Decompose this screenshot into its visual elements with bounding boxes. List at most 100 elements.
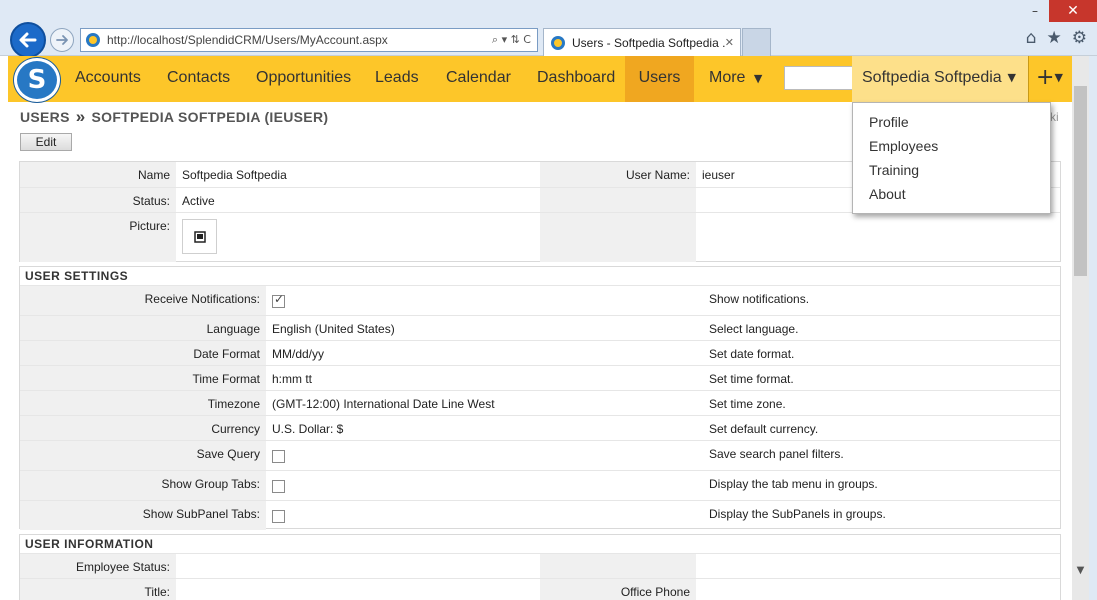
settings-row: Save Query Save search panel filters. [20, 440, 1060, 470]
setting-checkbox-cell[interactable] [266, 471, 703, 500]
settings-row: Timezone (GMT-12:00) International Date L… [20, 390, 1060, 415]
splendidcrm-logo[interactable]: S [14, 58, 60, 102]
setting-checkbox-cell[interactable] [266, 286, 703, 315]
settings-row: Show SubPanel Tabs: Display the SubPanels… [20, 500, 1060, 530]
info-row-employee-status: Employee Status: [20, 553, 1060, 578]
settings-row: Date Format MM/dd/yy Set date format. [20, 340, 1060, 365]
scroll-down-icon[interactable]: ▼ [1072, 562, 1089, 579]
setting-value: MM/dd/yy [272, 347, 325, 361]
breadcrumb: USERS » SOFTPEDIA SOFTPEDIA (IEUSER) [20, 107, 328, 127]
office-phone-label: Office Phone [540, 579, 696, 600]
setting-label: Receive Notifications: [20, 286, 266, 315]
user-dropdown-menu: Profile Employees Training About [852, 102, 1051, 214]
address-controls[interactable]: ⌕ ▾ ⇅ C [492, 33, 531, 47]
setting-help-text: Set default currency. [709, 422, 819, 436]
nav-calendar[interactable]: Calendar [431, 56, 526, 102]
url-text[interactable]: http://localhost/SplendidCRM/Users/MyAcc… [107, 33, 492, 47]
chevron-down-icon: ▼ [1054, 71, 1063, 84]
nav-leads[interactable]: Leads [360, 56, 434, 102]
edit-button[interactable]: Edit [20, 133, 72, 151]
nav-dashboard[interactable]: Dashboard [522, 56, 630, 102]
setting-value: U.S. Dollar: $ [272, 422, 344, 436]
user-settings-panel: USER SETTINGS Receive Notifications: Show… [19, 266, 1061, 530]
tab-favicon-icon [551, 35, 565, 50]
site-favicon-icon [86, 33, 100, 47]
menu-item-about[interactable]: About [853, 183, 1050, 207]
menu-item-training[interactable]: Training [853, 159, 1050, 183]
back-arrow-icon [19, 32, 37, 48]
setting-help-text: Show notifications. [709, 292, 810, 306]
plus-icon: + [1036, 65, 1055, 90]
user-menu-button[interactable]: Softpedia Softpedia ▼ [852, 56, 1029, 102]
user-menu-label: Softpedia Softpedia [862, 69, 1002, 86]
settings-row: Time Format h:mm tt Set time format. [20, 365, 1060, 390]
nav-users[interactable]: Users [625, 56, 694, 102]
nav-contacts[interactable]: Contacts [152, 56, 245, 102]
info-row-title: Title: Office Phone [20, 578, 1060, 600]
address-bar[interactable]: http://localhost/SplendidCRM/Users/MyAcc… [80, 28, 538, 52]
scrollbar-thumb[interactable] [1074, 86, 1087, 276]
window-controls: – ✕ [1021, 0, 1097, 22]
details-row-picture: Picture: [20, 212, 1060, 262]
setting-value: (GMT-12:00) International Date Line West [272, 397, 495, 411]
empty-cell [540, 188, 696, 212]
setting-help-text: Display the tab menu in groups. [709, 477, 878, 491]
status-label: Status: [20, 188, 176, 212]
tab-close-icon[interactable]: ✕ [725, 36, 734, 49]
tools-gear-icon[interactable]: ⚙ [1072, 28, 1087, 48]
new-tab-button[interactable] [742, 28, 771, 56]
browser-toolbar-icons: ⌂ ★ ⚙ [1026, 28, 1087, 48]
picture-placeholder[interactable] [182, 219, 217, 254]
nav-search-input[interactable] [784, 66, 854, 90]
favorites-icon[interactable]: ★ [1047, 28, 1062, 48]
setting-checkbox-cell[interactable] [266, 441, 703, 470]
home-icon[interactable]: ⌂ [1026, 28, 1037, 48]
picture-label: Picture: [20, 213, 176, 262]
checked-checkbox[interactable] [272, 292, 285, 308]
breadcrumb-current: SOFTPEDIA SOFTPEDIA (IEUSER) [91, 109, 329, 125]
unchecked-checkbox[interactable] [272, 510, 285, 523]
settings-row: Receive Notifications: Show notifications… [20, 285, 1060, 315]
nav-opportunities[interactable]: Opportunities [241, 56, 366, 102]
unchecked-checkbox[interactable] [272, 450, 285, 463]
nav-more[interactable]: More ▼ [694, 56, 777, 102]
menu-item-employees[interactable]: Employees [853, 135, 1050, 159]
setting-help-text: Set time format. [709, 372, 794, 386]
empty-cell [540, 213, 696, 262]
settings-row: Language English (United States) Select la… [20, 315, 1060, 340]
browser-tab-active[interactable]: Users - Softpedia Softpedia ... ✕ [543, 28, 741, 56]
minimize-button[interactable]: – [1021, 0, 1049, 22]
back-button[interactable] [10, 22, 46, 58]
forward-arrow-icon [56, 35, 68, 45]
forward-button[interactable] [50, 28, 74, 52]
vertical-scrollbar[interactable]: ▼ [1072, 56, 1089, 600]
setting-value: English (United States) [272, 322, 395, 336]
empty-cell [540, 554, 696, 578]
setting-value: h:mm tt [272, 372, 313, 386]
setting-label: Date Format [20, 341, 266, 365]
setting-help-text: Set time zone. [709, 397, 786, 411]
setting-label: Time Format [20, 366, 266, 390]
user-information-header: USER INFORMATION [25, 537, 154, 551]
setting-help-text: Save search panel filters. [709, 447, 844, 461]
nav-more-label: More [709, 69, 746, 86]
picture-cell [176, 213, 540, 262]
setting-label: Show Group Tabs: [20, 471, 266, 500]
setting-label: Currency [20, 416, 266, 440]
nav-accounts[interactable]: Accounts [60, 56, 156, 102]
breadcrumb-separator: » [75, 107, 86, 126]
name-value: Softpedia Softpedia [182, 168, 287, 182]
settings-row: Currency U.S. Dollar: $ Set default curren… [20, 415, 1060, 440]
partial-link-text[interactable]: ki [1050, 110, 1059, 124]
unchecked-checkbox[interactable] [272, 480, 285, 493]
browser-chrome: – ✕ http://localhost/SplendidCRM/Users/M… [0, 0, 1097, 58]
quick-create-button[interactable]: +▼ [1031, 56, 1072, 102]
breadcrumb-users[interactable]: USERS [20, 109, 70, 125]
setting-checkbox-cell[interactable] [266, 501, 703, 530]
close-window-button[interactable]: ✕ [1049, 0, 1097, 22]
setting-help-text: Display the SubPanels in groups. [709, 507, 886, 521]
main-nav-bar: S Accounts Contacts Opportunities Leads … [8, 56, 1072, 102]
menu-item-profile[interactable]: Profile [853, 111, 1050, 135]
setting-help-text: Set date format. [709, 347, 795, 361]
setting-label: Save Query [20, 441, 266, 470]
